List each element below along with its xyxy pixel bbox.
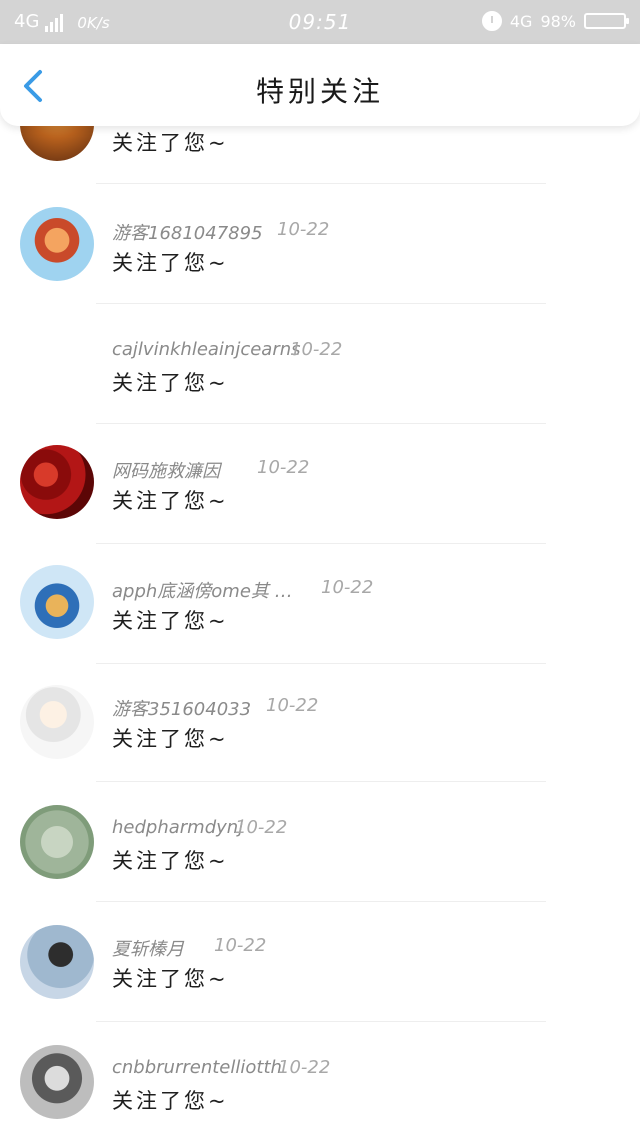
avatar[interactable] bbox=[20, 565, 94, 639]
list-item[interactable]: hedpharmdynj 10-22 关注了您~ bbox=[0, 803, 640, 923]
follow-date: 10-22 bbox=[266, 695, 319, 716]
list-item[interactable]: apph底涵傍ome其 … 10-22 关注了您~ bbox=[0, 563, 640, 683]
divider bbox=[96, 183, 546, 184]
user-name[interactable]: 网码施救濂因 bbox=[112, 457, 220, 483]
user-name[interactable]: 游客1681047895 bbox=[112, 219, 263, 245]
follow-date: 10-22 bbox=[321, 577, 374, 598]
list-item[interactable]: 游客351604033 10-22 关注了您~ bbox=[0, 683, 640, 803]
message-text: 关注了您~ bbox=[112, 1089, 229, 1113]
list-item[interactable]: 网码施救濂因 10-22 关注了您~ bbox=[0, 443, 640, 563]
follow-date: 10-22 bbox=[277, 219, 330, 240]
avatar[interactable] bbox=[20, 445, 94, 519]
divider bbox=[96, 423, 546, 424]
follow-date: 10-22 bbox=[278, 1057, 331, 1078]
avatar[interactable] bbox=[20, 805, 94, 879]
user-name[interactable]: cnbbrurrentelliotth bbox=[112, 1057, 282, 1078]
message-text: 关注了您~ bbox=[112, 727, 229, 751]
follow-date: 10-22 bbox=[214, 935, 267, 956]
header-bar: 特别关注 bbox=[0, 44, 640, 126]
avatar[interactable] bbox=[20, 207, 94, 281]
message-text: 关注了您~ bbox=[112, 371, 229, 395]
list-item[interactable]: cajlvinkhleainjcearns 10-22 关注了您~ bbox=[0, 323, 640, 443]
divider bbox=[96, 781, 546, 782]
message-text: 关注了您~ bbox=[112, 489, 229, 513]
avatar[interactable] bbox=[20, 925, 94, 999]
divider bbox=[96, 663, 546, 664]
user-name[interactable]: apph底涵傍ome其 … bbox=[112, 577, 293, 603]
list-item[interactable]: 夏斩榛月 10-22 关注了您~ bbox=[0, 923, 640, 1043]
page-title: 特别关注 bbox=[255, 75, 384, 108]
follow-list: 关注了您~ 游客1681047895 10-22 关注了您~ cajlvinkh… bbox=[0, 0, 640, 1138]
user-name[interactable]: 游客351604033 bbox=[112, 695, 251, 721]
divider bbox=[96, 1021, 546, 1022]
list-item[interactable]: cnbbrurrentelliotth 10-22 关注了您~ bbox=[0, 1043, 640, 1138]
divider bbox=[96, 303, 546, 304]
user-name[interactable]: hedpharmdynj bbox=[112, 817, 243, 838]
avatar[interactable] bbox=[20, 685, 94, 759]
user-name[interactable]: cajlvinkhleainjcearns bbox=[112, 339, 301, 360]
follow-date: 10-22 bbox=[235, 817, 288, 838]
message-text: 关注了您~ bbox=[112, 967, 229, 991]
message-text: 关注了您~ bbox=[112, 849, 229, 873]
user-name[interactable]: 夏斩榛月 bbox=[112, 935, 184, 961]
list-item[interactable]: 游客1681047895 10-22 关注了您~ bbox=[0, 203, 640, 323]
message-text: 关注了您~ bbox=[112, 609, 229, 633]
divider bbox=[96, 901, 546, 902]
follow-date: 10-22 bbox=[290, 339, 343, 360]
divider bbox=[96, 543, 546, 544]
avatar[interactable] bbox=[20, 1045, 94, 1119]
message-text: 关注了您~ bbox=[112, 251, 229, 275]
message-text: 关注了您~ bbox=[112, 131, 229, 155]
follow-date: 10-22 bbox=[257, 457, 310, 478]
